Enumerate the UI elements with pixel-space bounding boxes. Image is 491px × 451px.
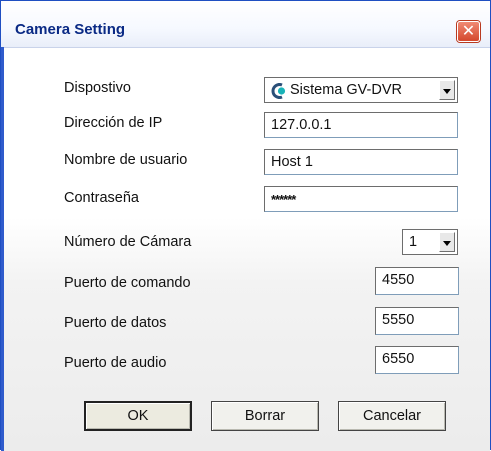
title-bar[interactable]: Camera Setting ✕ xyxy=(1,1,490,48)
username-label: Nombre de usuario xyxy=(64,152,188,168)
cancel-button[interactable]: Cancelar xyxy=(338,401,446,431)
username-field[interactable]: Host 1 xyxy=(264,149,458,175)
data-port-field[interactable]: 5550 xyxy=(375,307,459,335)
device-select[interactable]: Sistema GV-DVR xyxy=(264,77,458,103)
audio-port-field[interactable]: 6550 xyxy=(375,346,459,374)
camera-setting-dialog: Camera Setting ✕ Dispostivo Sistema GV-D… xyxy=(0,0,491,451)
data-port-label: Puerto de datos xyxy=(64,315,167,331)
chevron-down-icon[interactable] xyxy=(439,232,455,252)
device-label: Dispostivo xyxy=(64,80,131,96)
close-button[interactable]: ✕ xyxy=(457,21,480,42)
ok-button[interactable]: OK xyxy=(84,401,192,431)
password-label: Contraseña xyxy=(64,190,139,206)
dialog-title: Camera Setting xyxy=(15,21,126,38)
camera-number-value: 1 xyxy=(409,234,418,250)
device-value: Sistema GV-DVR xyxy=(290,82,402,98)
chevron-down-icon[interactable] xyxy=(439,80,455,100)
ip-field[interactable]: 127.0.0.1 xyxy=(264,112,458,138)
audio-port-label: Puerto de audio xyxy=(64,355,167,371)
command-port-label: Puerto de comando xyxy=(64,275,191,291)
command-port-field[interactable]: 4550 xyxy=(375,267,459,295)
camera-number-select[interactable]: 1 xyxy=(402,229,458,255)
camera-number-label: Número de Cámara xyxy=(64,234,192,250)
camera-icon xyxy=(271,83,286,99)
ip-label: Dirección de IP xyxy=(64,115,163,131)
password-field[interactable]: ****** xyxy=(264,186,458,212)
close-icon: ✕ xyxy=(461,21,476,40)
clear-button[interactable]: Borrar xyxy=(211,401,319,431)
